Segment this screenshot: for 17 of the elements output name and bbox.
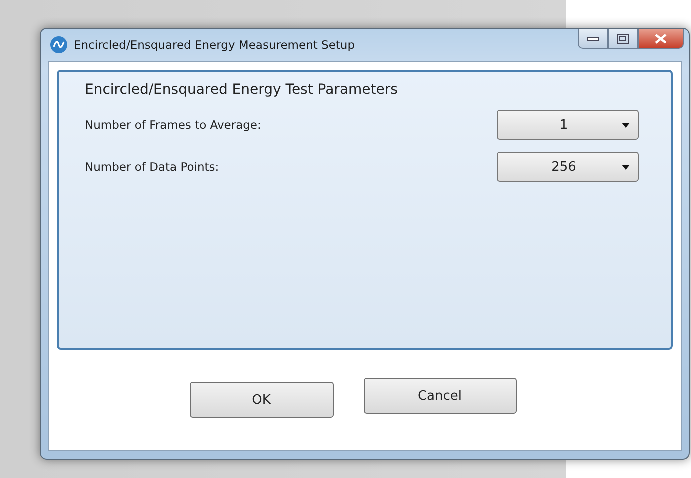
close-icon <box>655 34 667 44</box>
panel-title: Encircled/Ensquared Energy Test Parameters <box>85 82 399 98</box>
minimize-icon <box>587 36 599 42</box>
caret-icon <box>622 164 630 170</box>
field-label: Number of Frames to Average: <box>85 118 262 132</box>
caret-icon <box>622 122 630 128</box>
close-button[interactable] <box>638 29 684 49</box>
dropdown[interactable]: 1 <box>497 110 639 140</box>
maximize-button[interactable] <box>608 29 638 49</box>
field-label: Number of Data Points: <box>85 160 220 174</box>
dropdown[interactable]: 256 <box>497 152 639 182</box>
cancel-button[interactable]: Cancel <box>364 378 516 414</box>
ok-button[interactable]: OK <box>190 382 334 418</box>
app-icon <box>50 36 68 54</box>
minimize-button[interactable] <box>578 29 608 49</box>
window-title: Encircled/Ensquared Energy Measurement Setup <box>74 38 356 52</box>
maximize-icon <box>617 34 629 44</box>
